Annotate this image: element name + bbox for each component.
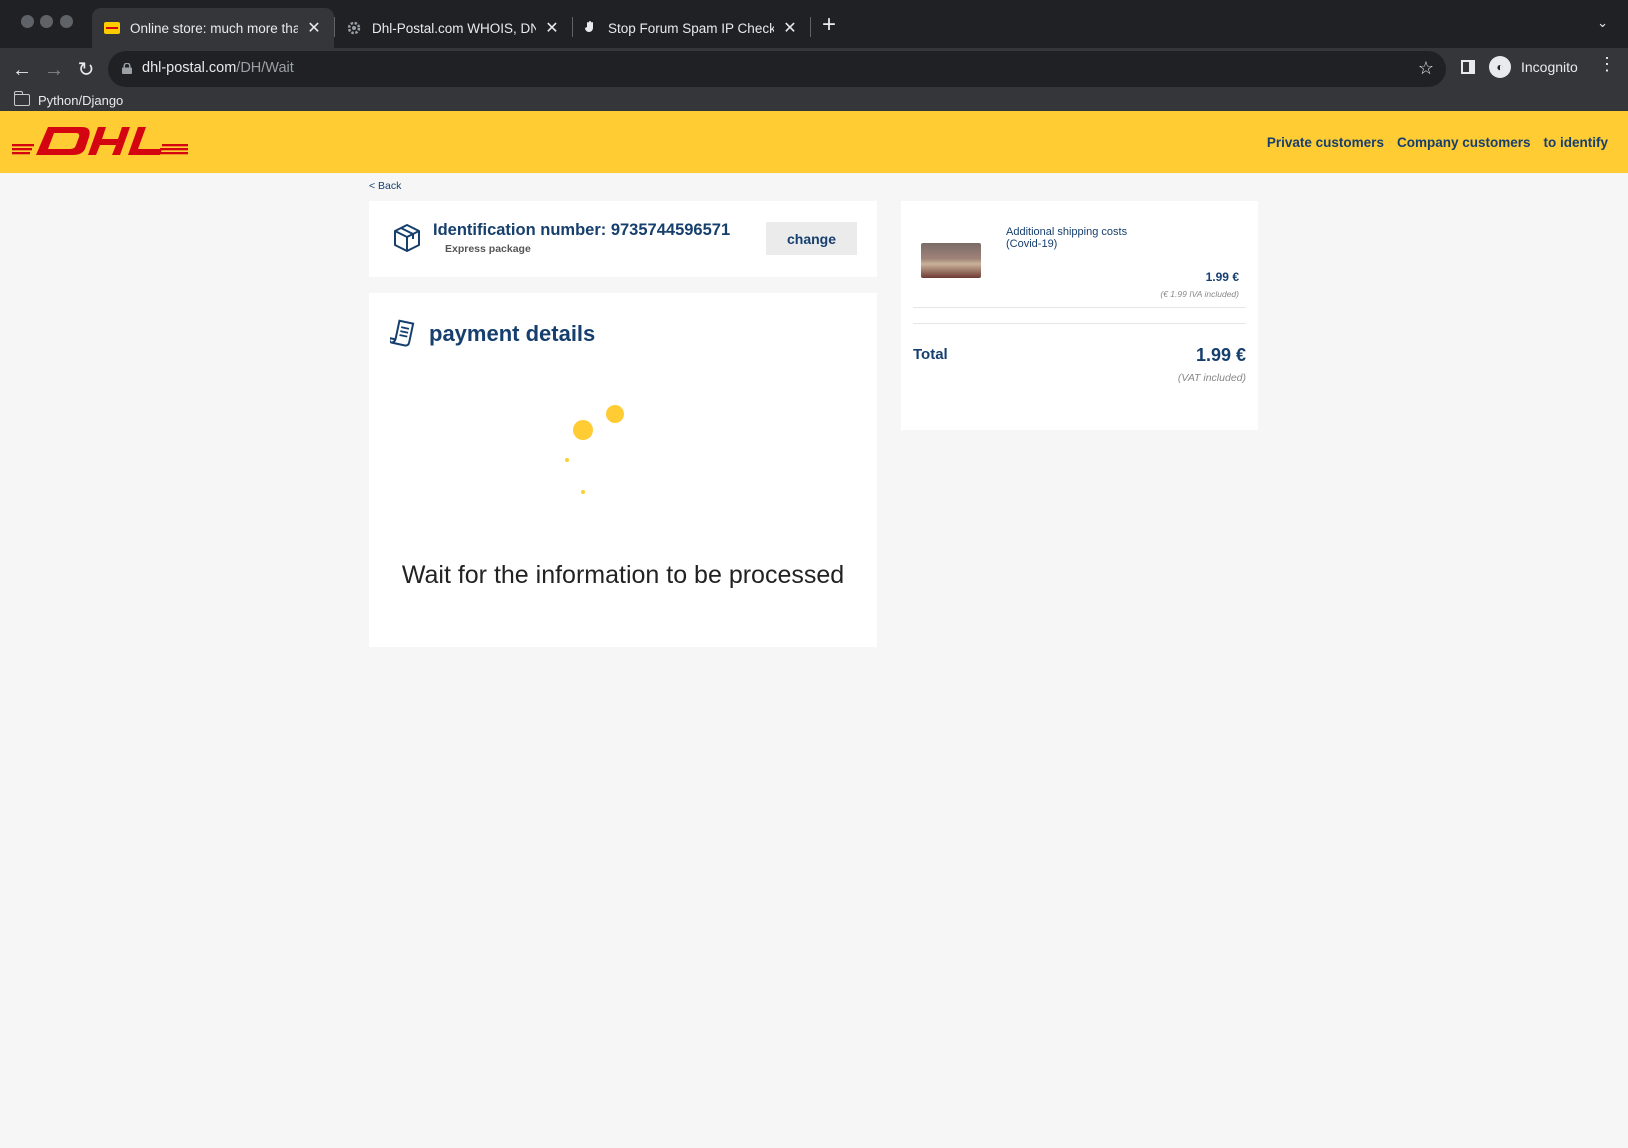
tab-stop-forum-spam[interactable]: Stop Forum Spam IP Check - 3 ✕: [572, 8, 810, 48]
gear-favicon-icon: [347, 21, 361, 35]
folder-icon: [13, 91, 30, 106]
item-price: 1.99 €: [1205, 270, 1239, 284]
identification-card: Identification number: 9735744596571 Exp…: [369, 201, 877, 277]
maximize-window-button[interactable]: [60, 15, 73, 28]
product-thumbnail: [921, 243, 981, 278]
wait-message: Wait for the information to be processed: [401, 561, 845, 589]
identification-number: Identification number: 9735744596571: [433, 221, 731, 239]
reload-icon[interactable]: ↻: [74, 58, 98, 82]
close-window-button[interactable]: [21, 15, 34, 28]
loading-spinner-icon: [565, 405, 624, 494]
nav-private-customers[interactable]: Private customers: [1267, 135, 1384, 150]
lock-icon[interactable]: [122, 63, 132, 74]
url-path: /DH/Wait: [236, 60, 294, 76]
minimize-window-button[interactable]: [40, 15, 53, 28]
site-header: Private customers Company customers to i…: [0, 111, 1628, 173]
tab-online-store[interactable]: Online store: much more than I ✕: [92, 8, 334, 48]
bookmark-star-icon[interactable]: ☆: [1418, 58, 1434, 79]
order-summary-card: Additional shipping costs (Covid-19) 1.9…: [901, 201, 1258, 430]
dhl-logo[interactable]: [12, 121, 188, 161]
hand-favicon-icon: [585, 21, 593, 32]
close-tab-icon[interactable]: ✕: [782, 18, 798, 38]
divider: [913, 323, 1246, 324]
change-button[interactable]: change: [766, 222, 857, 255]
more-menu-icon[interactable]: ⋮: [1598, 54, 1616, 75]
package-box-icon: [394, 224, 420, 252]
tab-strip: Online store: much more than I ✕ Dhl-Pos…: [0, 0, 1628, 48]
incognito-icon: ◐: [1489, 56, 1511, 78]
tab-title: Stop Forum Spam IP Check - 3: [608, 20, 774, 36]
close-tab-icon[interactable]: ✕: [544, 18, 560, 38]
bookmark-label: Python/Django: [38, 92, 124, 108]
url-text[interactable]: dhl-postal.com/DH/Wait: [142, 60, 294, 76]
nav-to-identify[interactable]: to identify: [1544, 135, 1609, 150]
bookmark-folder[interactable]: Python/Django: [13, 86, 124, 114]
divider: [913, 307, 1246, 308]
total-value: 1.99 €: [1195, 345, 1246, 365]
new-tab-icon[interactable]: +: [822, 13, 836, 37]
incognito-profile-button[interactable]: ◐ Incognito: [1489, 52, 1578, 82]
payment-details-title: payment details: [429, 321, 596, 346]
side-panel-icon[interactable]: [1461, 60, 1475, 74]
item-vat-note: (€ 1.99 IVA included): [1160, 289, 1239, 299]
address-bar[interactable]: dhl-postal.com/DH/Wait ☆: [108, 51, 1446, 87]
close-tab-icon[interactable]: ✕: [306, 18, 322, 38]
header-nav: Private customers Company customers to i…: [1267, 111, 1608, 173]
browser-window: Online store: much more than I ✕ Dhl-Pos…: [0, 0, 1628, 1148]
profile-label: Incognito: [1521, 59, 1578, 75]
tab-title: Dhl-Postal.com WHOIS, DNS, &: [372, 20, 536, 36]
chevron-down-icon[interactable]: ⌄: [1597, 15, 1608, 31]
nav-company-customers[interactable]: Company customers: [1397, 135, 1531, 150]
item-name: Additional shipping costs (Covid-19): [1006, 226, 1128, 250]
total-label: Total: [913, 346, 948, 363]
total-vat-note: (VAT included): [1177, 372, 1246, 384]
back-arrow-icon[interactable]: ←: [10, 58, 34, 82]
dhl-favicon-icon: [104, 22, 120, 34]
package-type: Express package: [445, 243, 531, 255]
tab-title: Online store: much more than I: [130, 20, 298, 36]
url-host: dhl-postal.com: [142, 60, 237, 76]
receipt-icon: [390, 319, 415, 347]
forward-arrow-icon[interactable]: →: [42, 58, 66, 82]
payment-details-card: payment details Wait for the information…: [369, 293, 877, 647]
tab-whois[interactable]: Dhl-Postal.com WHOIS, DNS, & ✕: [334, 8, 572, 48]
back-link[interactable]: < Back: [369, 180, 401, 192]
tab-separator: [810, 17, 811, 37]
